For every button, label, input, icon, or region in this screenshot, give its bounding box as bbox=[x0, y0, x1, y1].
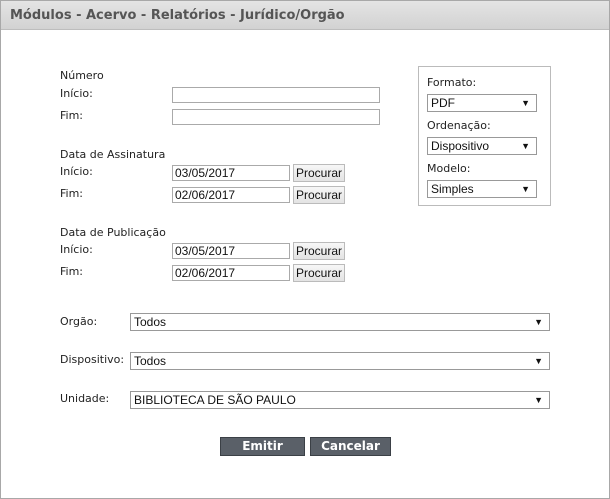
dispositivo-select[interactable]: Todos ▼ bbox=[130, 352, 550, 370]
numero-inicio-label: Início: bbox=[60, 87, 93, 100]
assinatura-fim-label: Fim: bbox=[60, 187, 84, 200]
chevron-down-icon: ▼ bbox=[521, 141, 530, 151]
dispositivo-label: Dispositivo: bbox=[60, 353, 125, 366]
assinatura-fim-procurar-button[interactable]: Procurar bbox=[293, 186, 345, 204]
orgao-select[interactable]: Todos ▼ bbox=[130, 313, 550, 331]
modelo-label: Modelo: bbox=[427, 162, 471, 175]
numero-fim-label: Fim: bbox=[60, 109, 84, 122]
assinatura-inicio-procurar-button[interactable]: Procurar bbox=[293, 164, 345, 182]
publicacao-section-label: Data de Publicação bbox=[60, 226, 166, 239]
modelo-select[interactable]: Simples ▼ bbox=[427, 180, 537, 198]
formato-value: PDF bbox=[431, 96, 455, 110]
dispositivo-value: Todos bbox=[134, 354, 167, 368]
publicacao-fim-label: Fim: bbox=[60, 265, 84, 278]
orgao-value: Todos bbox=[134, 315, 167, 329]
publicacao-fim-procurar-button[interactable]: Procurar bbox=[293, 264, 345, 282]
cancelar-button[interactable]: Cancelar bbox=[310, 437, 391, 456]
publicacao-inicio-input[interactable]: 03/05/2017 bbox=[172, 243, 290, 259]
formato-select[interactable]: PDF ▼ bbox=[427, 94, 537, 112]
orgao-label: Orgão: bbox=[60, 315, 98, 328]
window-title: Módulos - Acervo - Relatórios - Jurídico… bbox=[10, 8, 345, 23]
numero-section-label: Número bbox=[60, 69, 104, 82]
assinatura-section-label: Data de Assinatura bbox=[60, 148, 166, 161]
unidade-value: BIBLIOTECA DE SÃO PAULO bbox=[134, 393, 296, 407]
publicacao-inicio-label: Início: bbox=[60, 243, 93, 256]
chevron-down-icon: ▼ bbox=[534, 356, 543, 366]
ordenacao-select[interactable]: Dispositivo ▼ bbox=[427, 137, 537, 155]
chevron-down-icon: ▼ bbox=[521, 98, 530, 108]
assinatura-inicio-input[interactable]: 03/05/2017 bbox=[172, 165, 290, 181]
assinatura-fim-input[interactable]: 02/06/2017 bbox=[172, 187, 290, 203]
modelo-value: Simples bbox=[431, 182, 474, 196]
numero-inicio-input[interactable] bbox=[172, 87, 380, 103]
emitir-button[interactable]: Emitir bbox=[220, 437, 305, 456]
publicacao-fim-input[interactable]: 02/06/2017 bbox=[172, 265, 290, 281]
unidade-select[interactable]: BIBLIOTECA DE SÃO PAULO ▼ bbox=[130, 391, 550, 409]
ordenacao-value: Dispositivo bbox=[431, 139, 490, 153]
unidade-label: Unidade: bbox=[60, 392, 110, 405]
formato-label: Formato: bbox=[427, 76, 477, 89]
numero-fim-input[interactable] bbox=[172, 109, 380, 125]
chevron-down-icon: ▼ bbox=[521, 184, 530, 194]
chevron-down-icon: ▼ bbox=[534, 395, 543, 405]
publicacao-inicio-procurar-button[interactable]: Procurar bbox=[293, 242, 345, 260]
title-bar: Módulos - Acervo - Relatórios - Jurídico… bbox=[1, 1, 609, 30]
ordenacao-label: Ordenação: bbox=[427, 119, 491, 132]
chevron-down-icon: ▼ bbox=[534, 317, 543, 327]
assinatura-inicio-label: Início: bbox=[60, 165, 93, 178]
